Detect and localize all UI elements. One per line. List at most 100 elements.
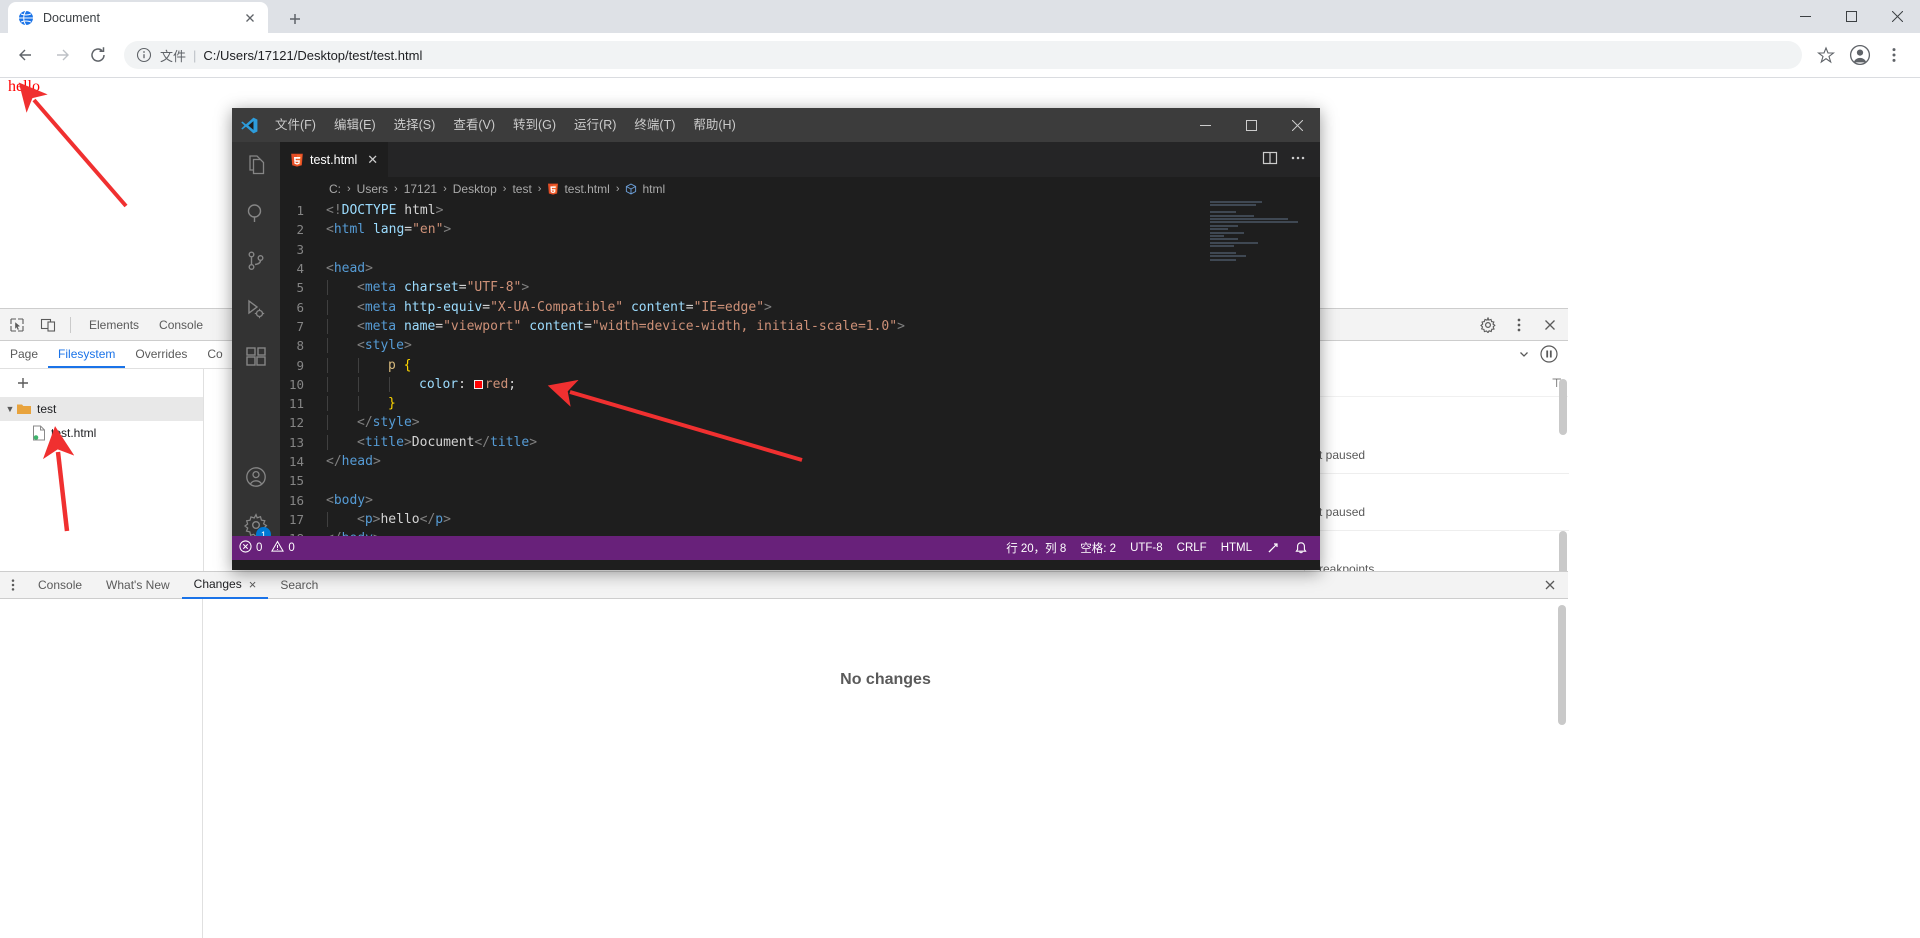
breadcrumb-item-users[interactable]: Users xyxy=(357,182,388,196)
line-number: 13 xyxy=(288,434,304,450)
breadcrumb-item-test-html[interactable]: test.html xyxy=(564,182,609,196)
line-number: 10 xyxy=(288,376,304,392)
bookmark-star-icon[interactable] xyxy=(1812,41,1840,69)
device-toolbar-toggle-icon[interactable] xyxy=(34,312,62,338)
vscode-menu-file[interactable]: 文件(F) xyxy=(266,108,325,142)
debugger-row-text: t paused xyxy=(1319,504,1366,519)
debugger-scrollbar[interactable] xyxy=(1559,379,1567,435)
editor-vertical-scrollbar[interactable] xyxy=(1306,201,1320,536)
chevron-down-icon[interactable] xyxy=(1518,348,1530,363)
activity-bar-search[interactable] xyxy=(232,190,280,238)
vscode-editor-tab-test-html[interactable]: test.html ✕ xyxy=(280,142,389,177)
status-encoding[interactable]: UTF-8 xyxy=(1123,536,1170,560)
breadcrumb-item-c[interactable]: C: xyxy=(329,182,341,196)
breadcrumb-item-desktop[interactable]: Desktop xyxy=(453,182,497,196)
activity-bar-explorer[interactable] xyxy=(232,142,280,190)
breadcrumb-item-html[interactable]: html xyxy=(642,182,665,196)
debugger-resize-handle[interactable]: ⊤ xyxy=(1305,369,1568,397)
code-line-text: <body> xyxy=(326,493,373,508)
devtools-close-icon[interactable] xyxy=(1536,312,1564,338)
window-minimize-button[interactable] xyxy=(1782,0,1828,33)
css-color-swatch[interactable] xyxy=(473,379,483,389)
forward-button[interactable] xyxy=(48,41,76,69)
pause-icon[interactable] xyxy=(1540,344,1558,366)
new-tab-button[interactable] xyxy=(281,5,309,33)
indent-guide xyxy=(327,280,328,296)
activity-bar-source-control[interactable] xyxy=(232,238,280,286)
activity-bar-accounts[interactable] xyxy=(232,454,280,502)
devtools-more-menu-icon[interactable] xyxy=(1505,312,1533,338)
devtools-tab-elements[interactable]: Elements xyxy=(79,309,149,341)
breadcrumb-item-17121[interactable]: 17121 xyxy=(404,182,437,196)
breadcrumb-item-test[interactable]: test xyxy=(512,182,531,196)
window-maximize-button[interactable] xyxy=(1828,0,1874,33)
code-line: 13 <title>Document</title> xyxy=(280,433,1320,452)
sources-subtab-content-scripts[interactable]: Co xyxy=(197,341,232,368)
debugger-sidebar-pane: ⊤ t paused t paused reakpoints xyxy=(1304,341,1569,579)
vscode-menu-edit[interactable]: 编辑(E) xyxy=(325,108,385,142)
vscode-code-editor[interactable]: 1 <!DOCTYPE html> 2 <html lang="en"> 3 4 <head… xyxy=(280,201,1320,536)
sources-subtab-page[interactable]: Page xyxy=(0,341,48,368)
vscode-menu-terminal[interactable]: 终端(T) xyxy=(625,108,684,142)
sources-subtab-overrides[interactable]: Overrides xyxy=(125,341,197,368)
code-line-text: <html lang="en"> xyxy=(326,222,451,237)
status-eol[interactable]: CRLF xyxy=(1170,536,1214,560)
code-token: = xyxy=(584,318,592,334)
code-token: < xyxy=(357,511,365,527)
drawer-tab-label: Search xyxy=(280,577,319,592)
activity-bar-run-and-debug[interactable] xyxy=(232,286,280,334)
drawer-tab-changes[interactable]: Changes × xyxy=(181,572,269,599)
back-button[interactable] xyxy=(12,41,40,69)
gear-icon[interactable] xyxy=(1474,312,1502,338)
close-icon[interactable] xyxy=(242,10,258,26)
vscode-menu-go[interactable]: 转到(G) xyxy=(504,108,565,142)
code-token: p xyxy=(364,511,373,527)
sources-subtab-filesystem[interactable]: Filesystem xyxy=(48,341,126,368)
status-language-mode[interactable]: HTML xyxy=(1214,536,1259,560)
info-circle-icon[interactable] xyxy=(136,47,152,63)
bell-icon[interactable] xyxy=(1287,536,1320,560)
status-indentation[interactable]: 空格: 2 xyxy=(1073,536,1123,560)
close-icon[interactable]: ✕ xyxy=(367,153,378,166)
vscode-menu-run[interactable]: 运行(R) xyxy=(565,108,625,142)
browser-menu-icon[interactable] xyxy=(1880,41,1908,69)
filesystem-file-row[interactable]: test.html xyxy=(0,421,203,445)
code-line: 17 <p>hello</p> xyxy=(280,510,1320,529)
reload-button[interactable] xyxy=(84,41,112,69)
editor-minimap[interactable] xyxy=(1210,201,1306,321)
vscode-menu-help[interactable]: 帮助(H) xyxy=(684,108,744,142)
profile-account-icon[interactable] xyxy=(1846,41,1874,69)
browser-tab[interactable]: Document xyxy=(8,2,268,33)
line-number: 1 xyxy=(296,203,304,219)
filesystem-root-row[interactable]: ▼ test xyxy=(0,397,203,421)
chevron-down-icon[interactable]: ▼ xyxy=(4,404,16,414)
drawer-tab-whats-new[interactable]: What's New xyxy=(94,572,182,599)
drawer-close-icon[interactable] xyxy=(1542,578,1568,592)
drawer-tab-console[interactable]: Console xyxy=(26,572,94,599)
split-editor-icon[interactable] xyxy=(1262,150,1278,169)
address-bar[interactable]: 文件 | C:/Users/17121/Desktop/test/test.ht… xyxy=(124,41,1802,69)
line-number: 12 xyxy=(288,415,304,431)
drawer-tab-search[interactable]: Search xyxy=(268,572,330,599)
devtools-tab-console[interactable]: Console xyxy=(149,309,213,341)
vscode-close-button[interactable] xyxy=(1274,108,1320,142)
status-cursor-position[interactable]: 行 20，列 8 xyxy=(999,536,1073,560)
vscode-menu-view[interactable]: 查看(V) xyxy=(444,108,504,142)
vscode-maximize-button[interactable] xyxy=(1228,108,1274,142)
line-number: 11 xyxy=(288,396,304,412)
activity-bar-extensions[interactable] xyxy=(232,334,280,382)
vscode-menu-selection[interactable]: 选择(S) xyxy=(385,108,445,142)
window-close-button[interactable] xyxy=(1874,0,1920,33)
close-icon[interactable]: × xyxy=(249,578,257,591)
drawer-scrollbar[interactable] xyxy=(1558,605,1566,725)
add-folder-to-workspace-button[interactable] xyxy=(0,369,203,397)
ellipsis-icon[interactable] xyxy=(1290,150,1306,169)
prettier-icon[interactable] xyxy=(1259,536,1287,560)
drawer-menu-icon[interactable] xyxy=(0,578,26,592)
inspect-element-icon[interactable] xyxy=(3,312,31,338)
status-problems[interactable]: 0 0 xyxy=(232,536,302,560)
indent-guide xyxy=(327,357,328,373)
devtools-drawer-tabbar: Console What's New Changes × Search xyxy=(0,571,1568,599)
vscode-minimize-button[interactable] xyxy=(1182,108,1228,142)
